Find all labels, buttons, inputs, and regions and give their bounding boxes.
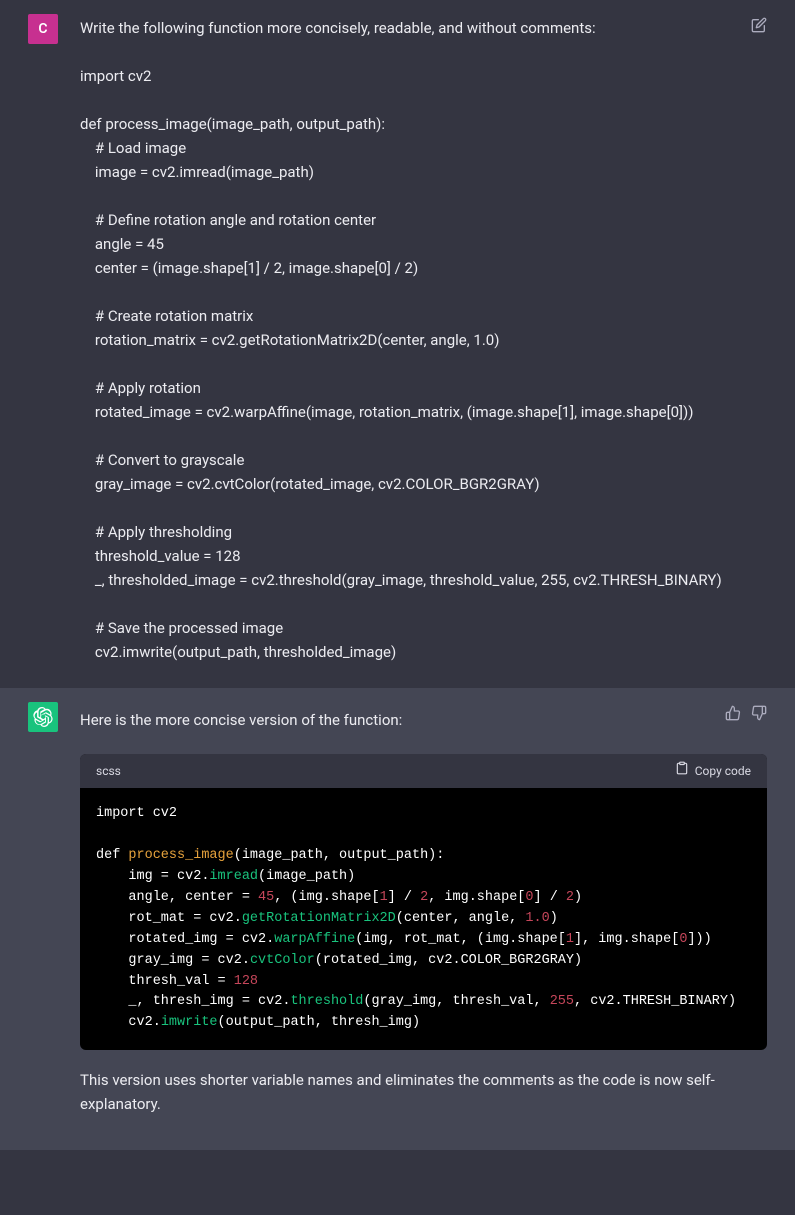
clipboard-icon	[675, 761, 689, 781]
user-avatar: C	[28, 14, 58, 44]
assistant-feedback-actions	[725, 704, 767, 728]
copy-code-label: Copy code	[695, 762, 751, 781]
code-language-label: scss	[96, 762, 121, 781]
copy-code-button[interactable]: Copy code	[675, 761, 751, 781]
assistant-code-content[interactable]: import cv2 def process_image(image_path,…	[80, 788, 767, 1050]
edit-icon[interactable]	[751, 16, 767, 40]
user-message-head: Write the following function more concis…	[80, 16, 767, 664]
user-prompt-text: Write the following function more concis…	[80, 16, 722, 664]
code-block-header: scss Copy code	[80, 754, 767, 788]
assistant-code-block: scss Copy code import cv2 def process_im…	[80, 754, 767, 1050]
user-message-actions	[751, 16, 767, 40]
user-message-body: Write the following function more concis…	[80, 14, 767, 664]
assistant-outro-text: This version uses shorter variable names…	[80, 1068, 767, 1116]
user-message: C Write the following function more conc…	[0, 0, 795, 688]
user-avatar-letter: C	[38, 18, 47, 40]
assistant-message: Here is the more concise version of the …	[0, 688, 795, 1150]
assistant-avatar	[28, 702, 58, 732]
assistant-intro-text: Here is the more concise version of the …	[80, 708, 725, 732]
thumbs-down-icon[interactable]	[751, 704, 767, 728]
thumbs-up-icon[interactable]	[725, 704, 741, 728]
assistant-message-body: Here is the more concise version of the …	[80, 702, 767, 1126]
assistant-message-head: Here is the more concise version of the …	[80, 704, 767, 742]
